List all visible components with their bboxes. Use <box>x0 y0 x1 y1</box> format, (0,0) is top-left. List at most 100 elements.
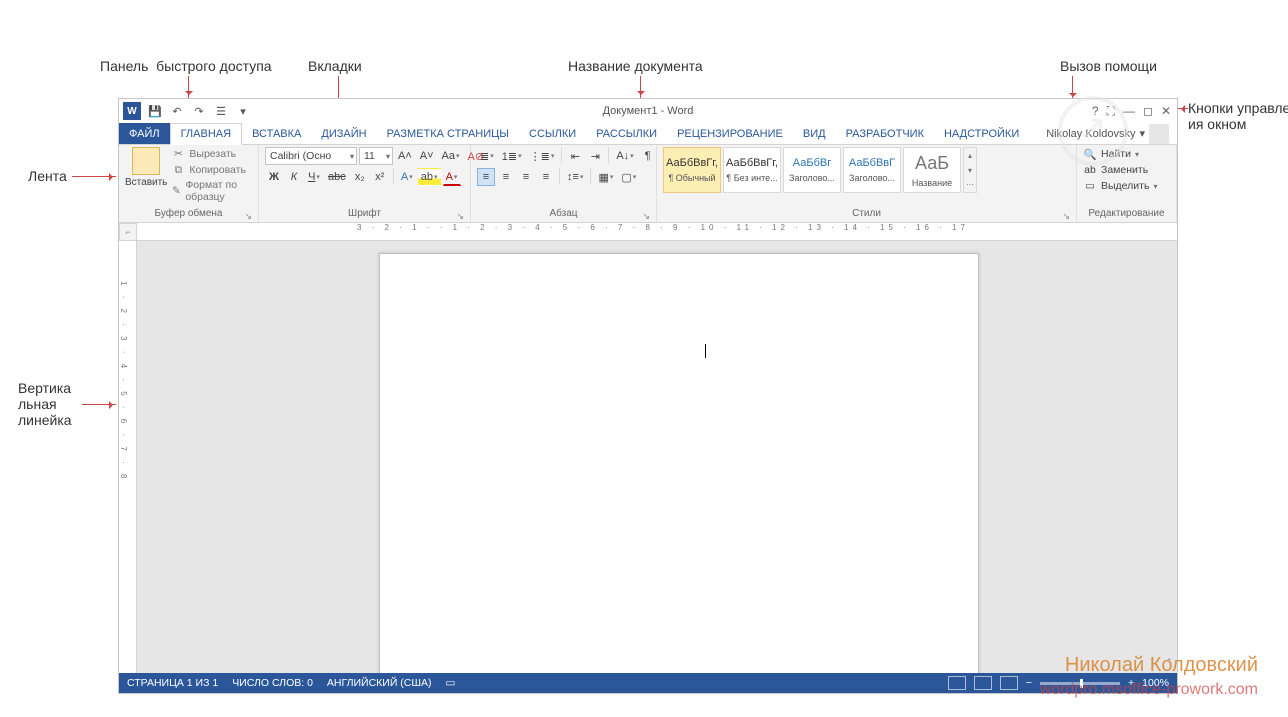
tab-insert[interactable]: ВСТАВКА <box>242 123 311 144</box>
style-heading1[interactable]: АаБбВгЗаголово... <box>783 147 841 193</box>
status-page[interactable]: СТРАНИЦА 1 ИЗ 1 <box>127 677 218 689</box>
style-nospacing[interactable]: АаБбВвГг,¶ Без инте... <box>723 147 781 193</box>
status-language[interactable]: АНГЛИЙСКИЙ (США) <box>327 677 432 689</box>
callout-qat: Панель быстрого доступа <box>100 58 272 74</box>
arrow <box>1072 76 1073 100</box>
grow-font-button[interactable]: A˄ <box>395 147 415 165</box>
paste-label: Вставить <box>125 177 167 188</box>
subscript-button[interactable]: x₂ <box>351 168 369 186</box>
change-case-button[interactable]: Aa <box>439 147 463 165</box>
tab-references[interactable]: ССЫЛКИ <box>519 123 586 144</box>
italic-button[interactable]: К <box>285 168 303 186</box>
format-painter-button[interactable]: ✎ Формат по образцу <box>171 179 252 203</box>
page[interactable] <box>379 253 979 673</box>
bullets-button[interactable]: ≣ <box>477 147 497 165</box>
text-effects-button[interactable]: A <box>398 168 416 186</box>
decrease-indent-button[interactable]: ⇤ <box>566 147 584 165</box>
vertical-ruler[interactable]: 1 · 2 · 3 · 4 · 5 · 6 · 7 · 8 <box>119 241 137 673</box>
callout-vruler: Вертика льная линейка <box>18 380 72 428</box>
callout-title: Название документа <box>568 58 703 74</box>
align-right-button[interactable]: ≡ <box>517 168 535 186</box>
dialog-launcher-icon[interactable]: ↘ <box>642 211 650 222</box>
shrink-font-button[interactable]: A˅ <box>417 147 437 165</box>
tab-developer[interactable]: РАЗРАБОТЧИК <box>836 123 934 144</box>
cut-label: Вырезать <box>189 148 236 160</box>
zoom-out-button[interactable]: − <box>1026 677 1032 689</box>
borders-button[interactable]: ▢ <box>618 168 639 186</box>
view-web-button[interactable] <box>1000 676 1018 690</box>
dialog-launcher-icon[interactable]: ↘ <box>456 211 464 222</box>
paste-button[interactable]: Вставить <box>125 147 167 188</box>
style-normal[interactable]: АаБбВвГг,¶ Обычный <box>663 147 721 193</box>
arrow <box>72 176 116 177</box>
tab-mailings[interactable]: РАССЫЛКИ <box>586 123 667 144</box>
copy-label: Копировать <box>189 164 246 176</box>
touch-mode-icon[interactable]: ☰ <box>213 103 229 119</box>
maximize-icon[interactable]: ◻ <box>1143 104 1153 118</box>
group-paragraph: ≣ 1≣ ⋮≣ ⇤ ⇥ A↓ ¶ ≡ ≡ ≡ ≡ ↕≡ <box>471 145 657 222</box>
watermark-author: Николай Колдовский <box>1065 654 1258 677</box>
copy-button[interactable]: ⧉Копировать <box>171 163 252 177</box>
macro-icon[interactable]: ▭ <box>446 677 456 689</box>
strike-button[interactable]: abc <box>325 168 349 186</box>
group-label: Буфер обмена↘ <box>125 208 252 222</box>
tab-file[interactable]: ФАЙЛ <box>119 123 170 144</box>
quick-access-toolbar: W 💾 ↶ ↷ ☰ ▾ <box>119 102 255 120</box>
qat-customize-icon[interactable]: ▾ <box>235 103 251 119</box>
underline-button[interactable]: Ч <box>305 168 323 186</box>
tab-layout[interactable]: РАЗМЕТКА СТРАНИЦЫ <box>377 123 519 144</box>
redo-icon[interactable]: ↷ <box>191 103 207 119</box>
styles-more[interactable]: ▴▾⋯ <box>963 147 977 193</box>
styles-gallery: АаБбВвГг,¶ Обычный АаБбВвГг,¶ Без инте..… <box>663 147 977 193</box>
brush-icon: ✎ <box>171 184 181 198</box>
cut-button[interactable]: ✂ Вырезать <box>171 147 252 161</box>
superscript-button[interactable]: x² <box>371 168 389 186</box>
group-label: Стили↘ <box>663 208 1070 222</box>
view-read-button[interactable] <box>948 676 966 690</box>
font-color-button[interactable]: A <box>443 168 461 186</box>
view-print-button[interactable] <box>974 676 992 690</box>
font-size-combo[interactable]: 11 <box>359 147 393 165</box>
align-left-button[interactable]: ≡ <box>477 168 495 186</box>
align-center-button[interactable]: ≡ <box>497 168 515 186</box>
status-wordcount[interactable]: ЧИСЛО СЛОВ: 0 <box>232 677 313 689</box>
close-icon[interactable]: ✕ <box>1161 104 1171 118</box>
tab-home[interactable]: ГЛАВНАЯ <box>170 123 242 145</box>
horizontal-ruler[interactable]: 3 · 2 · 1 · · 1 · 2 · 3 · 4 · 5 · 6 · 7 … <box>137 223 1177 241</box>
word-logo-icon: W <box>123 102 141 120</box>
highlight-button[interactable]: ab <box>418 168 441 186</box>
numbering-button[interactable]: 1≣ <box>499 147 525 165</box>
style-title[interactable]: АаБНазвание <box>903 147 961 193</box>
undo-icon[interactable]: ↶ <box>169 103 185 119</box>
document-title: Документ1 - Word <box>603 105 694 117</box>
show-marks-button[interactable]: ¶ <box>639 147 657 165</box>
arrow <box>82 404 116 405</box>
watermark-url: wordpro.msoffice-prowork.com <box>1040 681 1258 699</box>
ribbon: Вставить ✂ Вырезать ⧉Копировать ✎ Формат п… <box>119 145 1177 223</box>
scissors-icon: ✂ <box>171 147 185 161</box>
fmt-label: Формат по образцу <box>185 179 252 203</box>
sort-button[interactable]: A↓ <box>613 147 636 165</box>
multilevel-button[interactable]: ⋮≣ <box>527 147 558 165</box>
select-button[interactable]: ▭Выделить▾ <box>1083 179 1157 193</box>
save-icon[interactable]: 💾 <box>147 103 163 119</box>
tab-review[interactable]: РЕЦЕНЗИРОВАНИЕ <box>667 123 793 144</box>
group-font: Calibri (Осно 11 A˄ A˅ Aa A⊘ Ж К Ч abc x… <box>259 145 471 222</box>
ribbon-tabs: ФАЙЛ ГЛАВНАЯ ВСТАВКА ДИЗАЙН РАЗМЕТКА СТР… <box>119 123 1177 145</box>
dialog-launcher-icon[interactable]: ↘ <box>244 211 252 222</box>
shading-button[interactable]: ▦ <box>595 168 616 186</box>
justify-button[interactable]: ≡ <box>537 168 555 186</box>
tab-addins[interactable]: НАДСТРОЙКИ <box>934 123 1029 144</box>
tab-view[interactable]: ВИД <box>793 123 836 144</box>
titlebar: W 💾 ↶ ↷ ☰ ▾ Документ1 - Word ? ⛶ — ◻ ✕ <box>119 99 1177 123</box>
ruler-corner[interactable]: ⌐ <box>119 223 137 241</box>
arrow <box>1178 108 1188 109</box>
bold-button[interactable]: Ж <box>265 168 283 186</box>
font-name-combo[interactable]: Calibri (Осно <box>265 147 357 165</box>
style-heading2[interactable]: АаБбВвГЗаголово... <box>843 147 901 193</box>
tab-design[interactable]: ДИЗАЙН <box>311 123 376 144</box>
line-spacing-button[interactable]: ↕≡ <box>564 168 586 186</box>
increase-indent-button[interactable]: ⇥ <box>586 147 604 165</box>
dialog-launcher-icon[interactable]: ↘ <box>1062 211 1070 222</box>
chevron-down-icon: ▾ <box>1139 127 1145 140</box>
